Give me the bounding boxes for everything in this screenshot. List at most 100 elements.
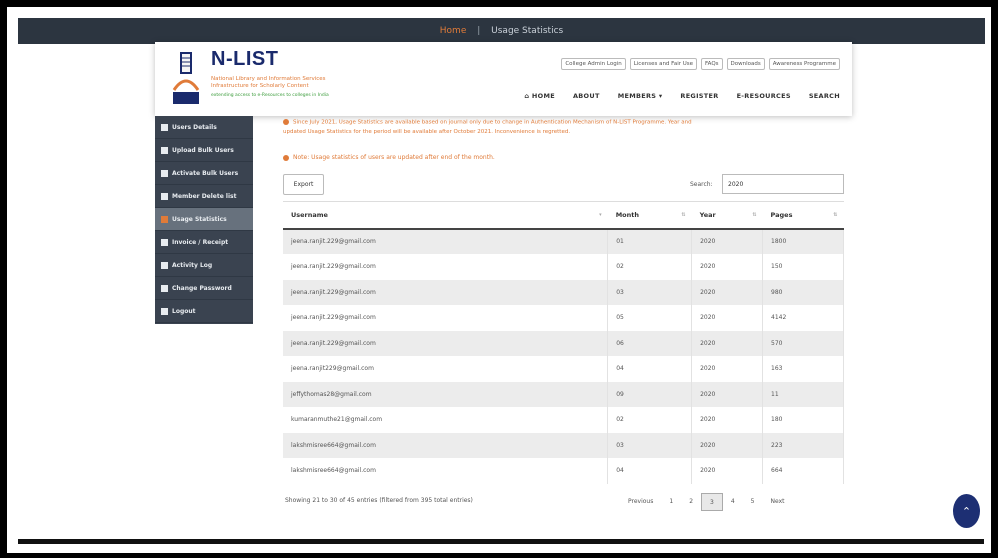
cell-username: kumaranmuthe21@gmail.com [283, 407, 609, 433]
pagination-next[interactable]: Next [763, 493, 793, 511]
cell-month: 04 [607, 356, 693, 382]
cell-month: 03 [607, 279, 693, 305]
search-input[interactable] [722, 174, 844, 194]
cell-month: 06 [607, 330, 693, 356]
upload-icon [161, 146, 168, 154]
column-header-label: Pages [770, 210, 793, 219]
cell-pages: 1800 [762, 228, 844, 254]
sort-icon: ⇅ [833, 212, 838, 218]
sort-icon: ▾ [599, 212, 602, 218]
cell-year: 2020 [691, 228, 764, 254]
cell-username: jeena.ranjit229@gmail.com [283, 356, 609, 382]
sidebar-item-label: Upload Bulk Users [172, 146, 234, 154]
column-header-year[interactable]: Year ⇅ [691, 201, 763, 230]
sidebar-item-activate-bulk-users[interactable]: Activate Bulk Users [155, 162, 253, 185]
util-downloads[interactable]: Downloads [726, 58, 765, 70]
notice-line-1: Since July 2021, Usage Statistics are av… [283, 119, 692, 126]
sidebar-item-label: Activity Log [172, 261, 213, 269]
brand-tagline-1: National Library and Information Service… [211, 76, 326, 82]
pagination-previous[interactable]: Previous [620, 493, 661, 511]
info-dot-icon [283, 154, 289, 161]
notice-line-2: updated Usage Statistics for the period … [283, 129, 571, 135]
sidebar-item-usage-statistics[interactable]: Usage Statistics [155, 208, 253, 231]
sidebar-item-upload-bulk-users[interactable]: Upload Bulk Users [155, 139, 253, 162]
cell-pages: 980 [762, 279, 844, 305]
breadcrumb-home[interactable]: Home [440, 26, 467, 36]
table-row: jeena.ranjit.229@gmail.com 05 2020 4142 [283, 305, 844, 331]
cell-month: 05 [607, 305, 693, 331]
cell-month: 09 [607, 381, 693, 407]
table-row: kumaranmuthe21@gmail.com 02 2020 180 [283, 407, 844, 433]
cell-pages: 180 [762, 407, 844, 433]
pagination-page-2[interactable]: 2 [681, 493, 701, 511]
print-icon [161, 238, 168, 246]
bottom-divider [18, 539, 984, 544]
chart-icon [161, 215, 168, 223]
checkbox-icon [161, 169, 168, 177]
sidebar-item-label: Usage Statistics [172, 215, 227, 223]
column-header-username[interactable]: Username ▾ [283, 201, 608, 230]
table-row: jeena.ranjit.229@gmail.com 03 2020 980 [283, 279, 844, 305]
cell-year: 2020 [691, 330, 764, 356]
trash-icon [161, 192, 168, 200]
cell-month: 01 [607, 228, 693, 254]
sidebar-item-member-delete-list[interactable]: Member Delete list [155, 185, 253, 208]
pagination-page-3[interactable]: 3 [701, 493, 723, 511]
cell-year: 2020 [691, 356, 764, 382]
pagination-page-1[interactable]: 1 [661, 493, 681, 511]
cell-username: lakshmisree664@gmail.com [283, 458, 609, 484]
cell-pages: 570 [762, 330, 844, 356]
table-row: jeena.ranjit.229@gmail.com 02 2020 150 [283, 254, 844, 280]
cell-pages: 150 [762, 254, 844, 280]
cell-pages: 223 [762, 432, 844, 458]
chevron-down-icon: ▾ [656, 92, 663, 100]
nav-about[interactable]: ABOUT [573, 92, 600, 100]
sidebar-item-label: Activate Bulk Users [172, 169, 239, 177]
util-college-admin-login[interactable]: College Admin Login [561, 58, 626, 70]
scroll-to-top-button[interactable]: ⌃ [953, 494, 980, 528]
list-icon [161, 261, 168, 269]
sidebar-item-users-details[interactable]: Users Details [155, 116, 253, 139]
util-faqs[interactable]: FAQs [701, 58, 723, 70]
sidebar-item-label: Invoice / Receipt [172, 238, 229, 246]
cell-pages: 163 [762, 356, 844, 382]
brand-tagline-3: extending access to e-Resources to colle… [211, 93, 329, 98]
users-icon [161, 123, 168, 131]
sidebar-item-invoice-receipt[interactable]: Invoice / Receipt [155, 231, 253, 254]
column-header-month[interactable]: Month ⇅ [607, 201, 692, 230]
cell-month: 03 [607, 432, 693, 458]
usage-statistics-table: Username ▾ Month ⇅ Year ⇅ Pages ⇅ jeena.ranj… [283, 201, 844, 484]
table-row: jeena.ranjit.229@gmail.com 01 2020 1800 [283, 228, 844, 254]
column-header-label: Year [699, 210, 716, 219]
nav-e-resources[interactable]: E-RESOURCES [737, 92, 791, 100]
sidebar-item-logout[interactable]: Logout [155, 300, 253, 323]
usage-note: Note: Usage statistics of users are upda… [283, 154, 495, 161]
sidebar-item-change-password[interactable]: Change Password [155, 277, 253, 300]
util-licenses[interactable]: Licenses and Fair Use [629, 58, 698, 70]
sort-icon: ⇅ [681, 212, 686, 218]
pagination-page-5[interactable]: 5 [743, 493, 763, 511]
cell-username: jeffythomas28@gmail.com [283, 381, 609, 407]
sidebar-item-label: Logout [172, 307, 196, 315]
table-row: jeena.ranjit229@gmail.com 04 2020 163 [283, 356, 844, 382]
table-row: lakshmisree664@gmail.com 03 2020 223 [283, 432, 844, 458]
chevron-up-icon: ⌃ [961, 504, 972, 518]
nav-members[interactable]: MEMBERS ▾ [618, 92, 663, 100]
brand-title: N-LIST [211, 48, 279, 70]
export-button[interactable]: Export [283, 174, 324, 195]
cell-pages: 664 [762, 458, 844, 484]
sidebar-item-label: Users Details [172, 123, 217, 131]
util-awareness[interactable]: Awareness Programme [768, 58, 840, 70]
cell-username: jeena.ranjit.229@gmail.com [283, 254, 609, 280]
nav-register[interactable]: REGISTER [680, 92, 718, 100]
cell-pages: 11 [762, 381, 844, 407]
cell-pages: 4142 [762, 305, 844, 331]
sidebar-item-activity-log[interactable]: Activity Log [155, 254, 253, 277]
column-header-pages[interactable]: Pages ⇅ [762, 201, 844, 230]
breadcrumb-current: Usage Statistics [491, 26, 564, 36]
pagination-page-4[interactable]: 4 [723, 493, 743, 511]
nav-home-label: HOME [531, 92, 555, 100]
cell-username: jeena.ranjit.229@gmail.com [283, 279, 609, 305]
nav-search[interactable]: SEARCH [809, 92, 840, 100]
nav-home[interactable]: ⌂ HOME [524, 92, 555, 100]
